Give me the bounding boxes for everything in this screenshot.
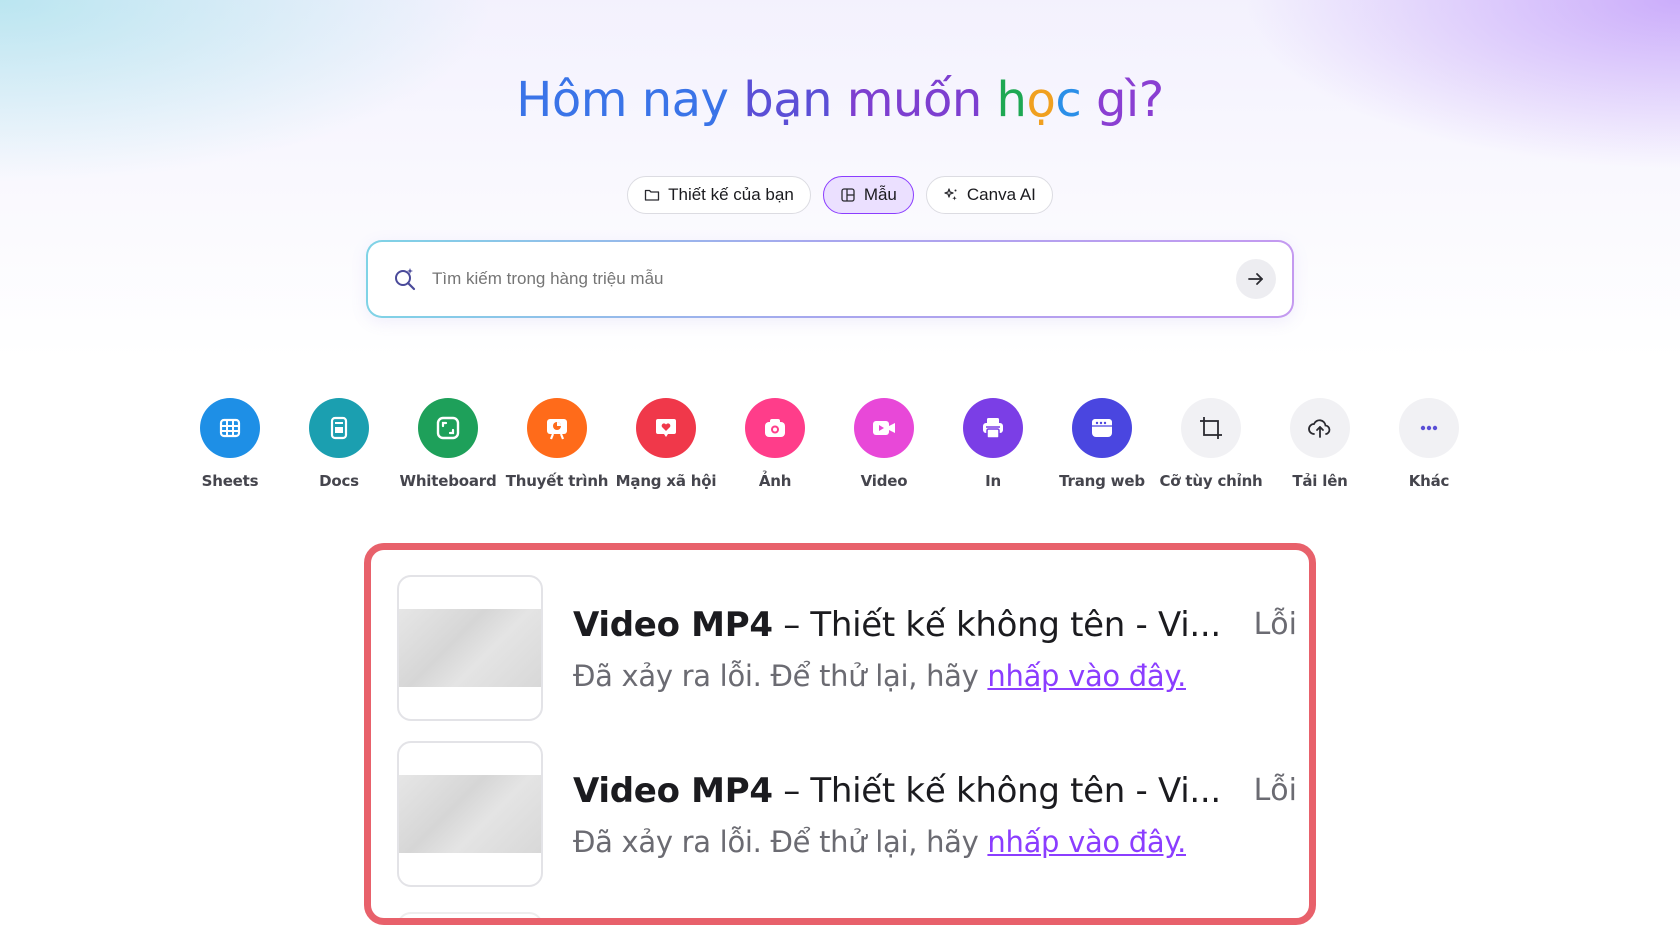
error-status-label: Lỗi (1253, 607, 1297, 642)
shortcut-label: Mạng xã hội (615, 472, 717, 490)
video-thumbnail (397, 741, 543, 887)
shortcut-presentation[interactable]: Thuyết trình (503, 398, 611, 490)
shortcut-more[interactable]: Khác (1375, 398, 1483, 490)
retry-link[interactable]: nhấp vào đây. (987, 825, 1186, 859)
shortcut-print[interactable]: In (939, 398, 1047, 490)
tab-templates[interactable]: Mẫu (822, 176, 914, 214)
video-thumbnail (397, 575, 543, 721)
search-submit-button[interactable] (1236, 259, 1276, 299)
headline-letter-c: c (1055, 72, 1082, 128)
design-type-shortcuts: Sheets Docs Whiteboard Thuyết trình Mạng… (176, 398, 1506, 498)
sheets-icon (200, 398, 260, 458)
presentation-icon (527, 398, 587, 458)
shortcut-docs[interactable]: Docs (285, 398, 393, 490)
cloud-upload-icon (1290, 398, 1350, 458)
page-headline: Hôm nay bạn muốn học gì? (0, 72, 1680, 128)
shortcut-upload[interactable]: Tải lên (1266, 398, 1374, 490)
magic-search-icon (392, 266, 418, 292)
sparkle-icon (944, 188, 957, 201)
shortcut-label: Khác (1408, 472, 1450, 490)
upload-error-item: Video MP4 – Thiết kế không tên - Vi... L… (397, 575, 1297, 721)
headline-part-3: muốn (846, 72, 997, 128)
file-name: – Thiết kế không tên - Vi... (772, 771, 1221, 811)
shortcut-label: Trang web (1059, 472, 1145, 490)
error-message-text: Đã xảy ra lỗi. Để thử lại, hãy (573, 659, 988, 693)
arrow-right-icon (1248, 273, 1263, 285)
headline-end: gì? (1081, 72, 1164, 128)
upload-errors-panel: Video MP4 – Thiết kế không tên - Vi... L… (364, 543, 1316, 925)
retry-link[interactable]: nhấp vào đây. (987, 659, 1186, 693)
shortcut-label: Ảnh (758, 472, 792, 490)
shortcut-label: Tải lên (1292, 472, 1348, 490)
search-input[interactable] (432, 269, 1236, 289)
shortcut-label: Cỡ tùy chỉnh (1159, 472, 1263, 490)
upload-error-title: Video MP4 – Thiết kế không tên - Vi... (573, 605, 1221, 645)
headline-part-2: bạn (743, 72, 847, 128)
error-message-text: Đã xảy ra lỗi. Để thử lại, hãy (573, 825, 988, 859)
shortcut-sheets[interactable]: Sheets (176, 398, 284, 490)
tab-canva-ai[interactable]: Canva AI (925, 176, 1053, 214)
search-bar (366, 240, 1294, 318)
shortcut-website[interactable]: Trang web (1048, 398, 1156, 490)
shortcut-label: Video (860, 472, 908, 490)
tab-your-designs[interactable]: Thiết kế của bạn (627, 176, 811, 214)
error-message: Đã xảy ra lỗi. Để thử lại, hãy nhấp vào … (573, 659, 1186, 693)
headline-part-1: Hôm nay (516, 72, 744, 128)
tab-templates-label: Mẫu (863, 185, 897, 204)
upload-error-item: Video MP4 – Thiết kế không tên - Vi... L… (397, 741, 1297, 887)
error-message: Đã xảy ra lỗi. Để thử lại, hãy nhấp vào … (573, 825, 1186, 859)
tab-your-designs-label: Thiết kế của bạn (668, 185, 794, 204)
shortcut-label: Thuyết trình (505, 472, 609, 490)
shortcut-label: Docs (319, 472, 359, 490)
whiteboard-icon (418, 398, 478, 458)
file-name: – Thiết kế không tên - Vi... (772, 605, 1221, 645)
camera-icon (745, 398, 805, 458)
search-mode-tabs: Thiết kế của bạn Mẫu Canva AI (0, 176, 1680, 214)
shortcut-label: Whiteboard (399, 472, 497, 490)
file-type: Video MP4 (573, 771, 773, 811)
folder-icon (644, 189, 660, 201)
printer-icon (963, 398, 1023, 458)
tab-canva-ai-label: Canva AI (966, 185, 1036, 204)
shortcut-video[interactable]: Video (830, 398, 938, 490)
headline-letter-o: ọ (1026, 72, 1056, 128)
more-icon (1399, 398, 1459, 458)
headline-letter-h: h (996, 72, 1027, 128)
template-icon (841, 188, 855, 202)
error-status-label: Lỗi (1253, 773, 1297, 808)
custom-size-icon (1181, 398, 1241, 458)
shortcut-label: Sheets (201, 472, 259, 490)
shortcut-label: In (985, 472, 1001, 490)
video-icon (854, 398, 914, 458)
shortcut-photo[interactable]: Ảnh (721, 398, 829, 490)
shortcut-whiteboard[interactable]: Whiteboard (394, 398, 502, 490)
upload-error-title: Video MP4 – Thiết kế không tên - Vi... (573, 771, 1221, 811)
video-thumbnail-partial (397, 912, 543, 918)
website-icon (1072, 398, 1132, 458)
docs-icon (309, 398, 369, 458)
social-heart-icon (636, 398, 696, 458)
shortcut-custom-size[interactable]: Cỡ tùy chỉnh (1157, 398, 1265, 490)
file-type: Video MP4 (573, 605, 773, 645)
shortcut-social-media[interactable]: Mạng xã hội (612, 398, 720, 490)
